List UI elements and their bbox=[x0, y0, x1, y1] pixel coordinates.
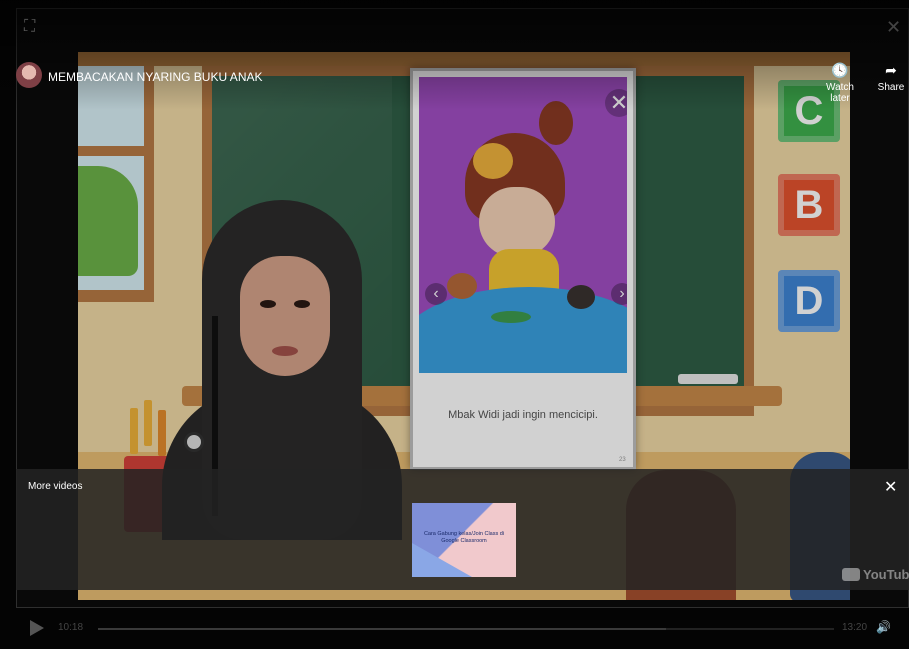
dog bbox=[447, 273, 477, 299]
book-caption: Mbak Widi jadi ingin mencicipi. bbox=[448, 409, 598, 421]
book-page-card: ✕ ‹ › Mbak Widi jadi ingin mencicipi. 23 bbox=[410, 68, 636, 470]
current-time: 10:18 bbox=[58, 622, 84, 633]
duration: 13:20 bbox=[842, 622, 868, 633]
player-controls: 10:18 13:20 🔊 bbox=[0, 608, 909, 649]
more-videos-label: More videos bbox=[28, 481, 83, 492]
mouth bbox=[272, 346, 298, 356]
share-button[interactable]: ➦ Share bbox=[876, 62, 906, 93]
play-icon[interactable] bbox=[30, 620, 44, 636]
chalk bbox=[678, 374, 738, 384]
cat bbox=[567, 285, 595, 309]
blue-table bbox=[419, 287, 627, 373]
bear-hairclip bbox=[473, 143, 513, 179]
book-illustration: ✕ ‹ › bbox=[419, 77, 627, 373]
pencil bbox=[130, 408, 138, 454]
book-next-icon[interactable]: › bbox=[611, 283, 627, 305]
youtube-logo-text: YouTube bbox=[863, 567, 909, 582]
thumb-shape bbox=[412, 543, 472, 577]
video-title[interactable]: MEMBACAKAN NYARING BUKU ANAK bbox=[48, 70, 263, 84]
girl-face bbox=[479, 187, 555, 257]
watch-later-button[interactable]: 🕓 Watch later bbox=[818, 62, 862, 104]
book-page-number: 23 bbox=[619, 457, 626, 463]
share-label: Share bbox=[877, 82, 905, 93]
plate bbox=[491, 311, 531, 323]
window-pane bbox=[78, 146, 144, 156]
channel-avatar[interactable] bbox=[16, 62, 42, 88]
eye bbox=[260, 300, 276, 308]
more-videos-close-icon[interactable]: ✕ bbox=[884, 477, 897, 497]
more-videos-panel: More videos ✕ Cara Gabung kelas/Join Cla… bbox=[16, 469, 909, 590]
tree bbox=[78, 166, 138, 276]
eye bbox=[294, 300, 310, 308]
progress-bar[interactable] bbox=[98, 628, 834, 630]
suggested-video-title: Cara Gabung kelas/Join Class di Google C… bbox=[423, 531, 505, 544]
presenter-face bbox=[240, 256, 330, 376]
watch-later-label: Watch later bbox=[826, 82, 854, 104]
progress-fill bbox=[98, 628, 667, 630]
youtube-logo[interactable]: YouTube bbox=[842, 567, 909, 582]
top-bar: ⛶ ✕ MEMBACAKAN NYARING BUKU ANAK 🕓 Watch… bbox=[0, 0, 909, 110]
close-icon[interactable]: ✕ bbox=[886, 18, 904, 36]
pencil bbox=[144, 400, 152, 446]
exit-fullscreen-icon[interactable]: ⛶ bbox=[24, 18, 42, 36]
book-prev-icon[interactable]: ‹ bbox=[425, 283, 447, 305]
letter-block-b: B bbox=[778, 174, 840, 236]
volume-icon[interactable]: 🔊 bbox=[876, 620, 891, 634]
clock-icon: 🕓 bbox=[831, 62, 849, 78]
suggested-video-thumbnail[interactable]: Cara Gabung kelas/Join Class di Google C… bbox=[412, 503, 516, 577]
hijab-pin bbox=[184, 432, 204, 452]
youtube-play-icon bbox=[842, 568, 860, 581]
share-arrow-icon: ➦ bbox=[885, 62, 897, 78]
letter-block-d: D bbox=[778, 270, 840, 332]
video-player[interactable]: C B D ✕ ‹ › bbox=[0, 0, 909, 649]
